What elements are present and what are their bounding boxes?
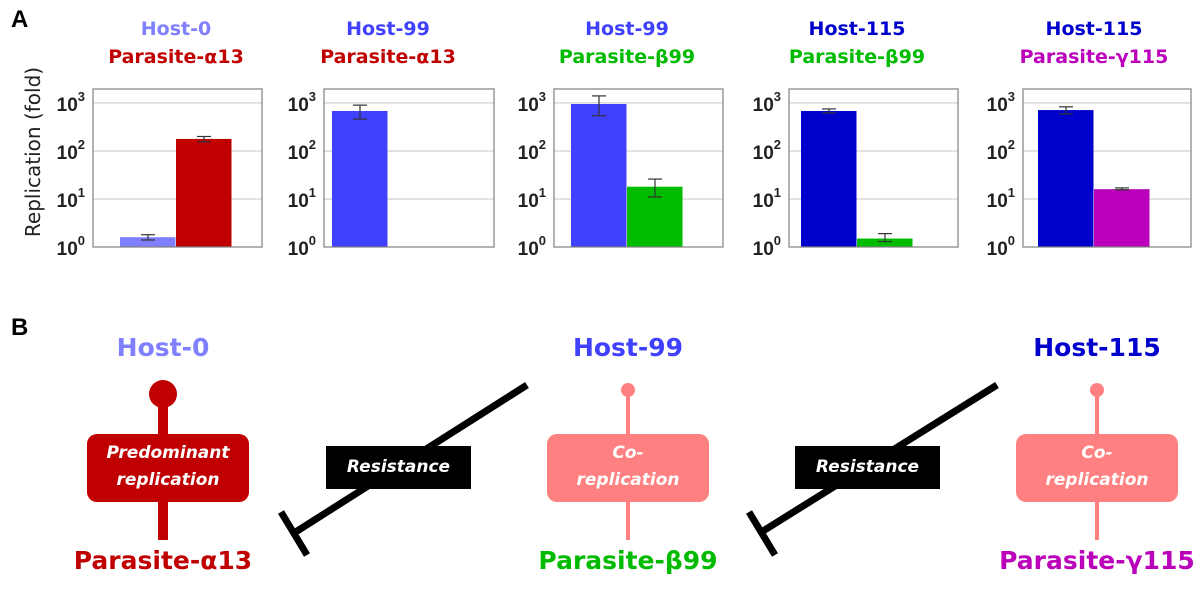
link-knob-icon — [149, 380, 177, 408]
bar-host-115 — [1038, 110, 1094, 247]
parasite-label-alpha13: Parasite-α13 — [73, 546, 253, 575]
box-text-line1: Co- — [612, 443, 644, 463]
resistance-label-1: Resistance — [346, 457, 451, 477]
parasite-label-gamma115: Parasite-γ115 — [999, 546, 1195, 575]
bar-chart-5: 100 101 102 103 — [987, 88, 1192, 260]
link-knob-icon — [1090, 383, 1104, 397]
box-text-line2: replication — [116, 470, 220, 490]
box-text-line2: replication — [1045, 470, 1149, 490]
bar-parasite-115 — [1094, 189, 1150, 247]
host-label-115: Host-115 — [1033, 333, 1161, 362]
y-tick-label: 103 — [987, 89, 1015, 116]
predominant-replication-box: Predominant replication — [87, 440, 249, 494]
inhibition-bar-icon — [278, 510, 310, 557]
host-label-0: Host-0 — [116, 333, 210, 362]
resistance-label-2: Resistance — [815, 457, 920, 477]
y-tick-label: 102 — [987, 137, 1015, 164]
y-tick-label: 101 — [987, 185, 1015, 212]
box-text-line1: Co- — [1081, 443, 1113, 463]
y-tick-label: 100 — [987, 233, 1015, 260]
box-text-line1: Predominant — [106, 443, 230, 463]
co-replication-box-2: Co- replication — [1016, 440, 1178, 494]
link-knob-icon — [621, 383, 635, 397]
inhibition-bar-icon — [746, 510, 778, 557]
panel-b-letter: B — [11, 314, 29, 341]
co-replication-box-1: Co- replication — [547, 440, 709, 494]
box-text-line2: replication — [576, 470, 680, 490]
host-label-99: Host-99 — [572, 333, 684, 362]
parasite-label-beta99: Parasite-β99 — [538, 546, 718, 575]
